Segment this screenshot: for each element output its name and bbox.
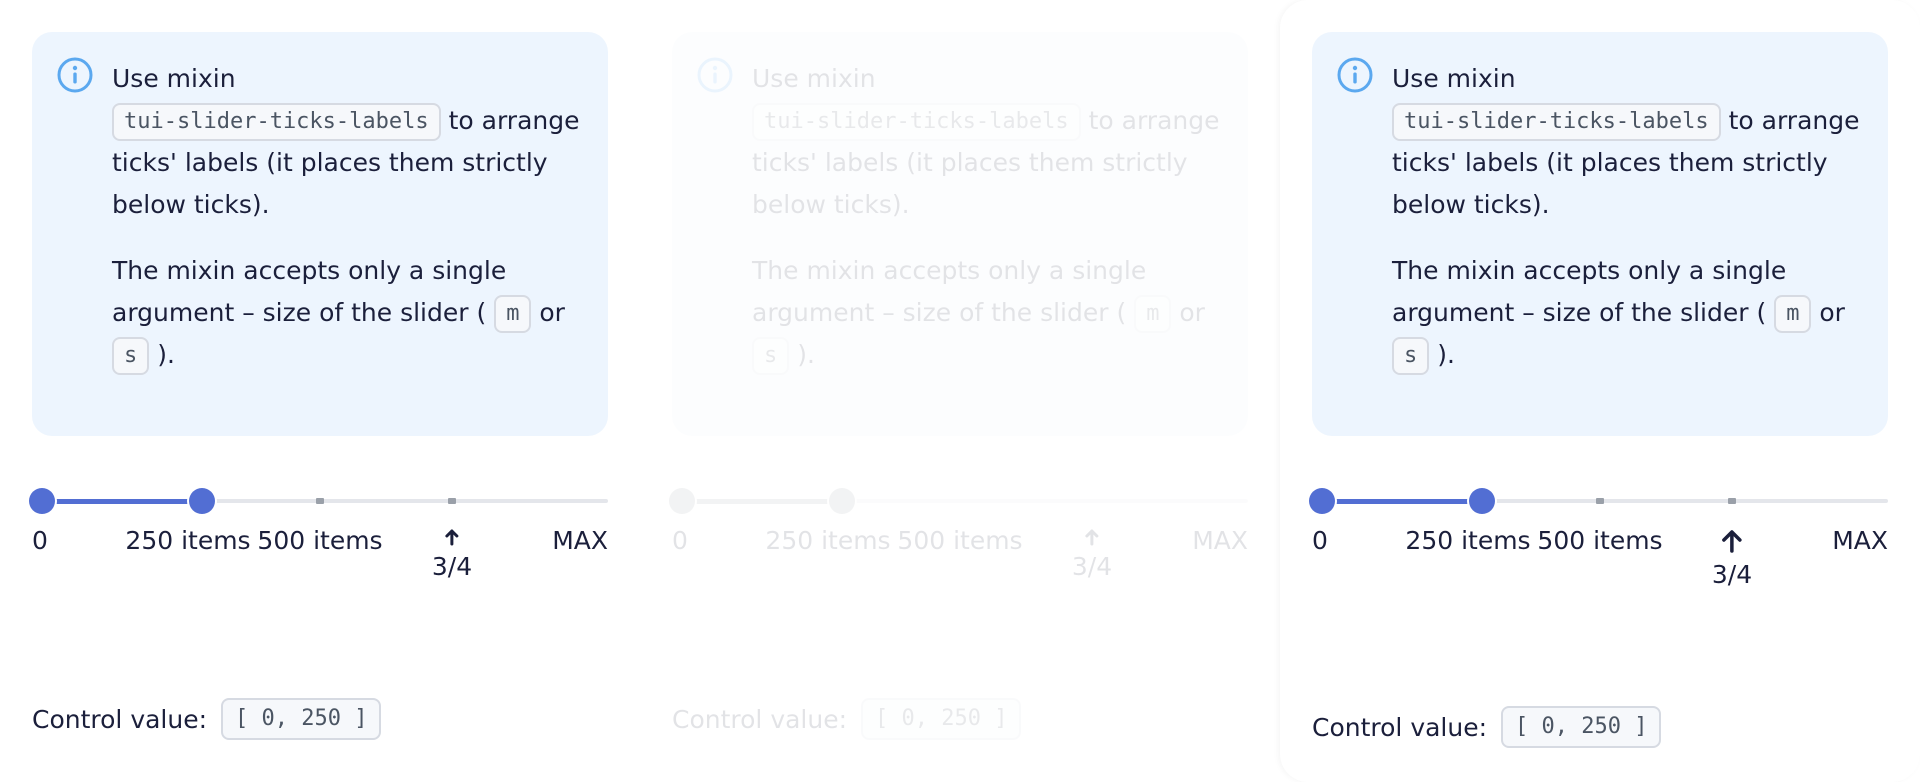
control-value-code: [ 0, 250 ] bbox=[1501, 706, 1662, 748]
tick-label: 0 bbox=[32, 526, 48, 555]
tick-label: MAX bbox=[1192, 526, 1248, 555]
control-value: Control value: [ 0, 250 ] bbox=[672, 698, 1022, 740]
demo-stage: Use mixin tui-slider-ticks-labels to arr… bbox=[0, 0, 1920, 782]
info-notification: Use mixin tui-slider-ticks-labels to arr… bbox=[1312, 32, 1888, 436]
size-s-code: s bbox=[112, 337, 150, 375]
control-value-label: Control value: bbox=[672, 704, 848, 734]
slider-tick bbox=[1596, 498, 1604, 504]
slider-fill bbox=[1322, 499, 1482, 504]
notification-text: ). bbox=[157, 340, 175, 369]
size-m-code: m bbox=[494, 295, 532, 333]
range-slider[interactable] bbox=[1309, 486, 1888, 516]
notification-text: Use mixin bbox=[1392, 64, 1516, 93]
tick-label: 3/4 bbox=[431, 552, 473, 581]
control-value: Control value: [ 0, 250 ] bbox=[32, 698, 382, 740]
slider-thumb-start[interactable] bbox=[1309, 488, 1335, 514]
slider-thumb-end[interactable] bbox=[829, 488, 855, 514]
control-value-code: [ 0, 250 ] bbox=[861, 698, 1022, 740]
slider-thumb-start[interactable] bbox=[669, 488, 695, 514]
arrow-up-icon bbox=[1085, 529, 1099, 546]
ticks-labels: 0 250 items 500 items 3/4 MAX bbox=[1312, 520, 1888, 600]
tick-label: 0 bbox=[1312, 526, 1328, 555]
tick-label: 3/4 bbox=[1071, 552, 1113, 581]
info-notification: Use mixin tui-slider-ticks-labels to arr… bbox=[672, 32, 1248, 436]
control-value: Control value: [ 0, 250 ] bbox=[1312, 706, 1662, 748]
notification-text: Use mixin bbox=[112, 64, 236, 93]
size-s-code: s bbox=[752, 337, 790, 375]
range-slider[interactable] bbox=[669, 486, 1248, 516]
control-value-code: [ 0, 250 ] bbox=[221, 698, 382, 740]
notification-paragraph-2: The mixin accepts only a single argument… bbox=[112, 250, 580, 376]
notification-text: The mixin accepts only a single argument… bbox=[1392, 256, 1787, 327]
size-m-code: m bbox=[1134, 295, 1172, 333]
tick-label: MAX bbox=[552, 526, 608, 555]
tick-label: 500 items bbox=[257, 526, 383, 555]
notification-text: or bbox=[1819, 298, 1845, 327]
arrow-up-icon bbox=[445, 529, 459, 546]
notification-paragraph-1: Use mixin tui-slider-ticks-labels to arr… bbox=[1392, 58, 1860, 226]
tick-label: 500 items bbox=[1537, 526, 1663, 555]
notification-paragraph-2: The mixin accepts only a single argument… bbox=[752, 250, 1220, 376]
slider-fill bbox=[682, 499, 842, 504]
slider-example-panel-3: Use mixin tui-slider-ticks-labels to arr… bbox=[1309, 0, 1888, 782]
notification-text: ). bbox=[1437, 340, 1455, 369]
notification-paragraph-2: The mixin accepts only a single argument… bbox=[1392, 250, 1860, 376]
notification-text: The mixin accepts only a single argument… bbox=[112, 256, 507, 327]
info-icon bbox=[1337, 57, 1373, 93]
slider-thumb-start[interactable] bbox=[29, 488, 55, 514]
notification-text: ). bbox=[797, 340, 815, 369]
slider-example-panel-2: Use mixin tui-slider-ticks-labels to arr… bbox=[669, 0, 1248, 782]
slider-tick bbox=[316, 498, 324, 504]
notification-text: The mixin accepts only a single argument… bbox=[752, 256, 1147, 327]
size-s-code: s bbox=[1392, 337, 1430, 375]
slider-thumb-end[interactable] bbox=[189, 488, 215, 514]
tick-label: 250 items bbox=[1405, 526, 1531, 555]
tick-label: 0 bbox=[672, 526, 688, 555]
notification-text: or bbox=[1179, 298, 1205, 327]
slider-tick bbox=[448, 498, 456, 504]
notification-text: Use mixin bbox=[752, 64, 876, 93]
range-slider[interactable] bbox=[29, 486, 608, 516]
ticks-labels: 0 250 items 500 items 3/4 MAX bbox=[32, 520, 608, 600]
tick-label-arrow: 3/4 bbox=[1712, 528, 1752, 590]
control-value-label: Control value: bbox=[1312, 712, 1488, 742]
tick-label: 500 items bbox=[897, 526, 1023, 555]
info-icon bbox=[57, 57, 93, 93]
notification-paragraph-1: Use mixin tui-slider-ticks-labels to arr… bbox=[752, 58, 1220, 226]
notification-paragraph-1: Use mixin tui-slider-ticks-labels to arr… bbox=[112, 58, 580, 226]
notification-text: or bbox=[539, 298, 565, 327]
slider-thumb-end[interactable] bbox=[1469, 488, 1495, 514]
info-icon bbox=[697, 57, 733, 93]
slider-example-panel-1: Use mixin tui-slider-ticks-labels to arr… bbox=[29, 0, 608, 782]
arrow-up-icon bbox=[1722, 530, 1742, 553]
tick-label-arrow: 3/4 bbox=[432, 528, 472, 582]
slider-fill bbox=[42, 499, 202, 504]
tick-label: 250 items bbox=[765, 526, 891, 555]
info-notification: Use mixin tui-slider-ticks-labels to arr… bbox=[32, 32, 608, 436]
mixin-code: tui-slider-ticks-labels bbox=[752, 103, 1081, 141]
tick-label-arrow: 3/4 bbox=[1072, 528, 1112, 582]
tick-label: MAX bbox=[1832, 526, 1888, 555]
control-value-label: Control value: bbox=[32, 704, 208, 734]
mixin-code: tui-slider-ticks-labels bbox=[1392, 103, 1721, 141]
slider-tick bbox=[1728, 498, 1736, 504]
mixin-code: tui-slider-ticks-labels bbox=[112, 103, 441, 141]
tick-label: 3/4 bbox=[1711, 560, 1753, 589]
ticks-labels: 0 250 items 500 items 3/4 MAX bbox=[672, 520, 1248, 600]
size-m-code: m bbox=[1774, 295, 1812, 333]
tick-label: 250 items bbox=[125, 526, 251, 555]
